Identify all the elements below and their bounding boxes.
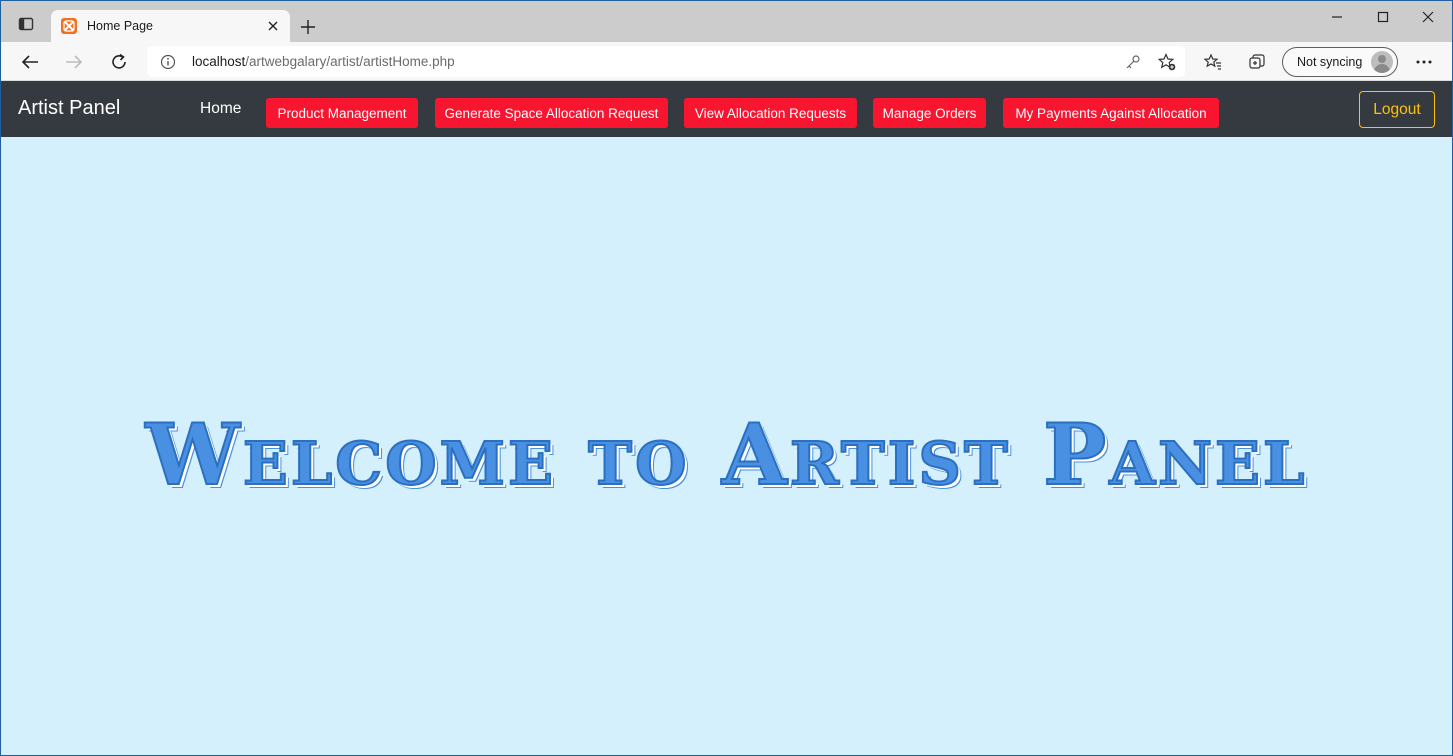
info-icon[interactable] [159, 53, 177, 71]
xampp-favicon [61, 18, 77, 34]
forward-icon [60, 48, 88, 76]
browser-toolbar: localhost/artwebgalary/artist/artistHome… [1, 42, 1452, 81]
add-favorite-icon[interactable] [1153, 48, 1181, 76]
maximize-icon[interactable] [1360, 1, 1406, 33]
more-icon[interactable] [1410, 48, 1438, 76]
back-icon[interactable] [16, 48, 44, 76]
sync-status: Not syncing [1297, 55, 1363, 69]
main-content: Welcome to Artist Panel [1, 137, 1452, 755]
key-icon[interactable] [1119, 48, 1147, 76]
nav-generate-space-allocation-request[interactable]: Generate Space Allocation Request [435, 98, 668, 128]
nav-my-payments-against-allocation[interactable]: My Payments Against Allocation [1003, 98, 1219, 128]
minimize-icon[interactable] [1314, 1, 1360, 33]
navbar-brand[interactable]: Artist Panel [18, 97, 120, 120]
tab-strip: Home Page [1, 1, 1452, 42]
nav-product-management[interactable]: Product Management [266, 98, 418, 128]
browser-window: Home Page localhost/artwebgalary/artist/… [1, 1, 1452, 755]
profile-button[interactable]: Not syncing [1282, 47, 1398, 77]
url-path: /artwebgalary/artist/artistHome.php [245, 54, 455, 69]
tab-home-page[interactable]: Home Page [51, 10, 290, 42]
nav-home-link[interactable]: Home [200, 100, 241, 118]
url-text[interactable]: localhost/artwebgalary/artist/artistHome… [192, 54, 1119, 69]
collections-icon[interactable] [1243, 48, 1271, 76]
nav-manage-orders[interactable]: Manage Orders [873, 98, 986, 128]
site-navbar: Artist Panel Home Product Management Gen… [1, 81, 1452, 137]
refresh-icon[interactable] [105, 48, 133, 76]
tab-actions-icon[interactable] [11, 12, 41, 36]
avatar [1371, 51, 1393, 73]
close-icon[interactable] [262, 15, 284, 37]
nav-view-allocation-requests[interactable]: View Allocation Requests [684, 98, 857, 128]
favorites-icon[interactable] [1199, 48, 1227, 76]
logout-button[interactable]: Logout [1359, 91, 1435, 128]
close-window-icon[interactable] [1405, 1, 1451, 33]
tab-title: Home Page [87, 19, 154, 33]
plus-icon[interactable] [295, 14, 321, 40]
url-host: localhost [192, 54, 246, 69]
address-bar[interactable]: localhost/artwebgalary/artist/artistHome… [147, 46, 1185, 77]
welcome-heading: Welcome to Artist Panel [145, 404, 1308, 505]
